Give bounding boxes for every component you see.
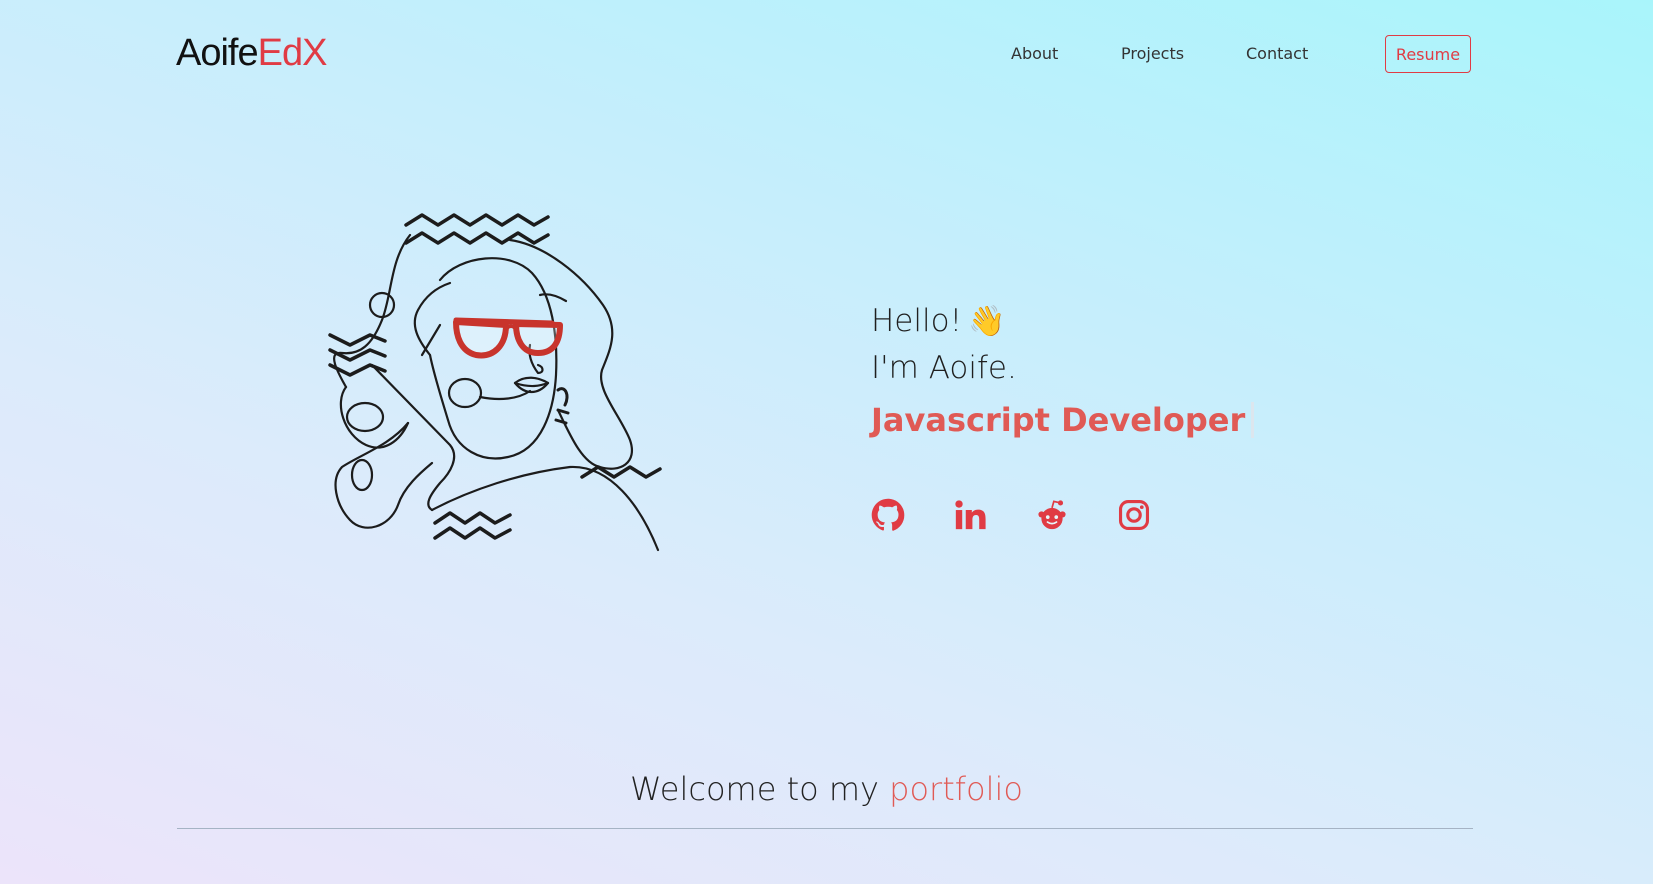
instagram-icon[interactable] bbox=[1117, 498, 1151, 532]
logo[interactable]: AoifeEdX bbox=[176, 32, 328, 75]
typing-cursor bbox=[1251, 402, 1255, 438]
social-links bbox=[871, 498, 1151, 532]
navbar: AoifeEdX About Projects Contact Resume bbox=[0, 0, 1653, 110]
welcome-prefix: Welcome to my bbox=[630, 770, 879, 808]
nav-link-about[interactable]: About bbox=[1011, 44, 1058, 63]
reddit-icon[interactable] bbox=[1035, 498, 1069, 532]
section-divider bbox=[177, 828, 1473, 829]
hero-illustration bbox=[320, 205, 670, 560]
intro-text: I'm Aoife. bbox=[871, 350, 1017, 386]
greeting-line: Hello! 👋 bbox=[871, 298, 1254, 345]
nav-link-contact[interactable]: Contact bbox=[1246, 44, 1308, 63]
greeting-text: Hello! bbox=[871, 303, 963, 339]
github-icon[interactable] bbox=[871, 498, 905, 532]
hero-intro: Hello! 👋 I'm Aoife. Javascript Developer bbox=[871, 298, 1255, 439]
role-text: Javascript Developer bbox=[871, 401, 1246, 439]
linkedin-icon[interactable] bbox=[953, 498, 987, 532]
welcome-highlight: portfolio bbox=[889, 770, 1023, 808]
resume-button[interactable]: Resume bbox=[1385, 35, 1471, 73]
waving-hand-icon: 👋 bbox=[968, 304, 1006, 339]
role-line: Javascript Developer bbox=[871, 401, 1255, 439]
welcome-heading: Welcome to my portfolio bbox=[0, 770, 1653, 808]
nav-link-projects[interactable]: Projects bbox=[1121, 44, 1184, 63]
logo-first: Aoife bbox=[176, 32, 259, 74]
logo-second: EdX bbox=[257, 32, 328, 74]
